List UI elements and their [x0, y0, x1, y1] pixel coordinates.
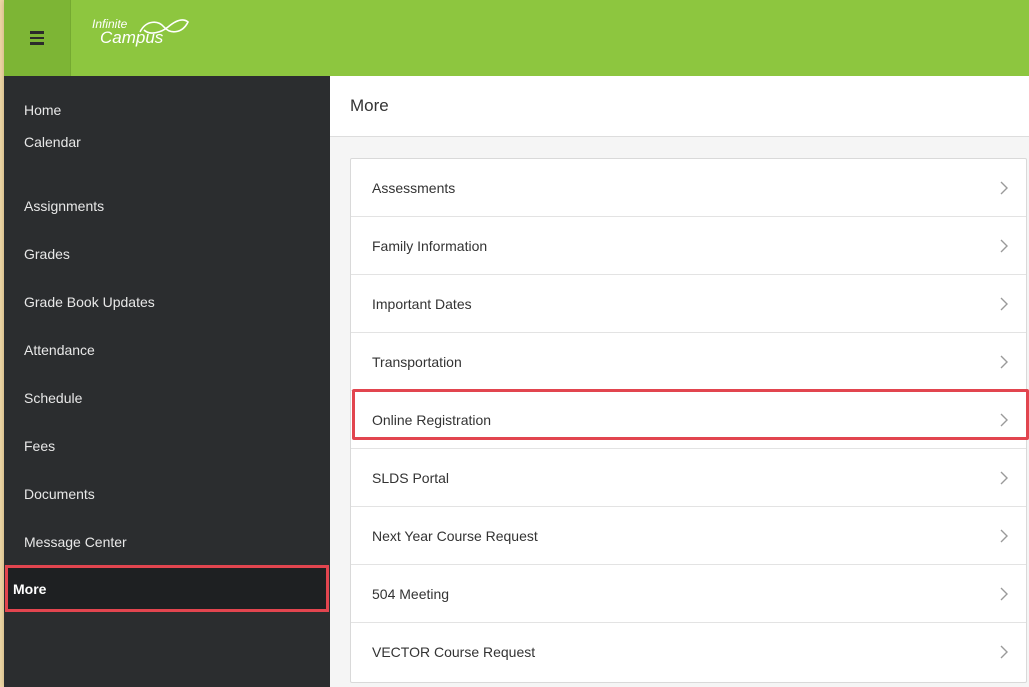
- sidebar-item-home[interactable]: Home: [4, 86, 330, 134]
- sidebar-item-label: Message Center: [24, 534, 127, 550]
- sidebar-item-documents[interactable]: Documents: [4, 470, 330, 518]
- chevron-right-icon: [1000, 645, 1008, 659]
- menu-button[interactable]: [4, 0, 71, 76]
- chevron-right-icon: [1000, 529, 1008, 542]
- top-bar: Infinite Campus: [4, 0, 1029, 76]
- list-item-label: Family Information: [372, 237, 488, 254]
- sidebar-item-label: Home: [24, 102, 62, 118]
- list-item-transportation[interactable]: Transportation: [351, 333, 1026, 391]
- sidebar-item-assignments[interactable]: Assignments: [4, 182, 330, 230]
- sidebar-item-label: Schedule: [24, 390, 83, 406]
- infinite-campus-logo[interactable]: Infinite Campus: [92, 18, 189, 46]
- page-header: More: [330, 76, 1029, 137]
- chevron-right-icon: [1000, 239, 1008, 252]
- logo-swoosh-icon: [139, 19, 189, 34]
- chevron-right-icon: [1000, 355, 1008, 368]
- list-item-slds-portal[interactable]: SLDS Portal: [351, 449, 1026, 507]
- sidebar-item-label: Grades: [24, 246, 70, 262]
- chevron-right-icon: [1000, 471, 1008, 484]
- sidebar-item-label: Calendar: [24, 134, 81, 150]
- list-item-assessments[interactable]: Assessments: [351, 159, 1026, 217]
- list-item-504-meeting[interactable]: 504 Meeting: [351, 565, 1026, 623]
- list-item-label: 504 Meeting: [372, 585, 450, 602]
- chevron-right-icon: [1000, 413, 1008, 426]
- sidebar-item-grade-book-updates[interactable]: Grade Book Updates: [4, 278, 330, 326]
- list-item-label: SLDS Portal: [372, 469, 450, 486]
- list-item-label: Important Dates: [372, 295, 472, 312]
- sidebar-nav: Home Calendar Assignments Grades Grade B…: [4, 76, 330, 687]
- sidebar-item-calendar[interactable]: Calendar: [4, 134, 330, 182]
- sidebar-item-label: Assignments: [24, 198, 105, 214]
- list-item-important-dates[interactable]: Important Dates: [351, 275, 1026, 333]
- page-title: More: [350, 96, 389, 115]
- list-item-vector-course-request[interactable]: VECTOR Course Request: [351, 623, 1026, 681]
- list-item-next-year-course-request[interactable]: Next Year Course Request: [351, 507, 1026, 565]
- sidebar-item-label: More: [13, 580, 47, 597]
- hamburger-menu-icon: [30, 31, 44, 45]
- sidebar-item-label: Attendance: [24, 342, 95, 358]
- chevron-right-icon: [1000, 297, 1008, 310]
- sidebar-item-message-center[interactable]: Message Center: [4, 518, 330, 566]
- sidebar-item-fees[interactable]: Fees: [4, 422, 330, 470]
- list-item-label: VECTOR Course Request: [372, 644, 536, 660]
- list-item-label: Transportation: [372, 353, 462, 370]
- list-item-label: Assessments: [372, 179, 456, 196]
- list-item-label: Next Year Course Request: [372, 527, 538, 544]
- list-item-online-registration[interactable]: Online Registration: [351, 391, 1026, 449]
- sidebar-item-label: Grade Book Updates: [24, 294, 155, 310]
- sidebar-item-grades[interactable]: Grades: [4, 230, 330, 278]
- more-list: Assessments Family Information Important…: [350, 158, 1027, 683]
- sidebar-item-label: Fees: [24, 438, 56, 454]
- sidebar-item-more[interactable]: More: [5, 565, 329, 612]
- app-window: Infinite Campus Home Calendar Assignment…: [4, 0, 1029, 687]
- list-item-label: Online Registration: [372, 411, 492, 428]
- sidebar-item-label: Documents: [24, 486, 95, 502]
- chevron-right-icon: [1000, 587, 1008, 600]
- chevron-right-icon: [1000, 181, 1008, 194]
- list-item-family-information[interactable]: Family Information: [351, 217, 1026, 275]
- sidebar-item-attendance[interactable]: Attendance: [4, 326, 330, 374]
- sidebar-item-schedule[interactable]: Schedule: [4, 374, 330, 422]
